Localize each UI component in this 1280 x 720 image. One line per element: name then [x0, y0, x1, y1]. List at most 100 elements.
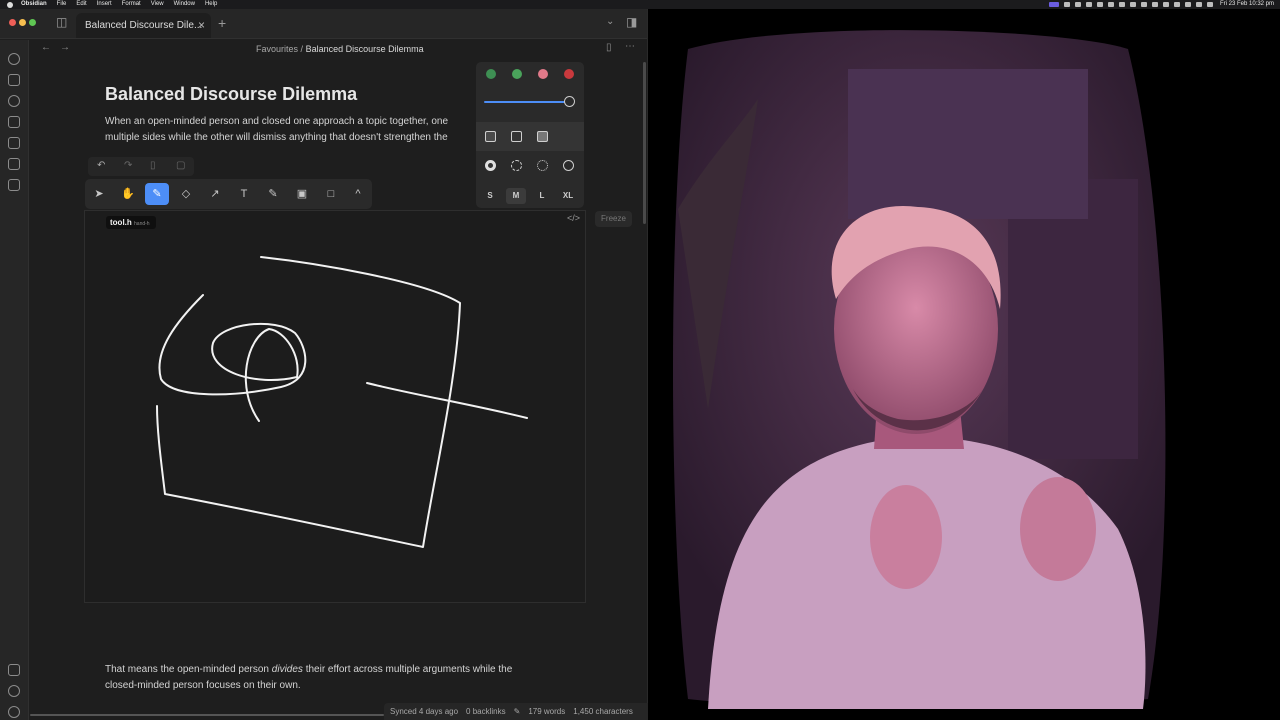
eraser-icon[interactable]: ◇: [174, 183, 198, 205]
delete-icon[interactable]: ▯: [150, 160, 156, 171]
menu-help[interactable]: Help: [205, 0, 217, 9]
size-l-button[interactable]: L: [532, 188, 552, 204]
fill-semi-icon[interactable]: [511, 131, 522, 142]
templates-icon[interactable]: [8, 158, 20, 170]
volume-icon[interactable]: [1162, 2, 1169, 7]
back-arrow-icon[interactable]: ←: [41, 42, 51, 53]
dash-dashed-icon[interactable]: [511, 160, 522, 171]
opacity-slider-thumb[interactable]: [564, 96, 575, 107]
vertical-scrollbar[interactable]: [643, 62, 646, 224]
graph-view-icon[interactable]: [8, 95, 20, 107]
wifi-icon[interactable]: [1195, 2, 1202, 7]
tray-icon[interactable]: [1107, 2, 1114, 7]
character-count[interactable]: 1,450 characters: [573, 703, 633, 720]
dash-solid-icon[interactable]: [563, 160, 574, 171]
size-m-button[interactable]: M: [506, 188, 526, 204]
search-icon[interactable]: [1184, 2, 1191, 7]
rectangle-icon[interactable]: □: [319, 183, 343, 205]
color-swatch[interactable]: [512, 69, 522, 79]
tray-icon[interactable]: [1129, 2, 1136, 7]
menu-insert[interactable]: Insert: [97, 0, 112, 9]
arrow-icon[interactable]: ↗: [203, 183, 227, 205]
text-icon[interactable]: T: [232, 183, 256, 205]
breadcrumb-current[interactable]: Balanced Discourse Dilemma: [306, 44, 424, 54]
control-center-icon[interactable]: [1206, 2, 1213, 7]
screen-record-icon[interactable]: [1048, 2, 1059, 7]
sync-icon[interactable]: [8, 53, 20, 65]
right-sidebar-toggle-icon[interactable]: ◨: [626, 15, 637, 29]
edit-pencil-icon[interactable]: ✎: [514, 703, 521, 720]
battery-icon[interactable]: [1173, 2, 1180, 7]
color-swatch[interactable]: [538, 69, 548, 79]
tooltip-shortcut: hand-h: [134, 221, 150, 227]
new-tab-button[interactable]: +: [218, 15, 226, 31]
presenter-right-hand: [1020, 477, 1096, 581]
canvas-icon[interactable]: [8, 116, 20, 128]
size-s-button[interactable]: S: [480, 188, 500, 204]
backlinks-count[interactable]: 0 backlinks: [466, 703, 506, 720]
tray-icon[interactable]: [1063, 2, 1070, 7]
help-icon[interactable]: [8, 685, 20, 697]
page-title[interactable]: Balanced Discourse Dilemma: [105, 84, 357, 105]
horizontal-scrollbar[interactable]: [30, 714, 384, 716]
drawing-canvas[interactable]: [84, 210, 586, 603]
tray-icon[interactable]: [1118, 2, 1125, 7]
dash-dotted-icon[interactable]: [537, 160, 548, 171]
redo-icon[interactable]: ↷: [124, 160, 132, 171]
tray-icon[interactable]: [1151, 2, 1158, 7]
code-view-toggle[interactable]: </>: [567, 213, 580, 223]
note-paragraph-line[interactable]: When an open-minded person and closed on…: [105, 114, 448, 130]
breadcrumb-parent[interactable]: Favourites: [256, 44, 298, 54]
more-options-icon[interactable]: ⋯: [625, 41, 635, 52]
color-swatch[interactable]: [564, 69, 574, 79]
tray-icon[interactable]: [1074, 2, 1081, 7]
opacity-slider-track[interactable]: [484, 101, 570, 103]
menu-edit[interactable]: Edit: [76, 0, 86, 9]
tray-icon[interactable]: [1085, 2, 1092, 7]
forward-arrow-icon[interactable]: →: [60, 42, 70, 53]
menubar-clock[interactable]: Fri 23 Feb 10:32 pm: [1220, 0, 1274, 9]
daily-note-icon[interactable]: [8, 74, 20, 86]
zoom-window-button[interactable]: [29, 19, 36, 26]
word-count[interactable]: 179 words: [528, 703, 565, 720]
fill-none-icon[interactable]: [485, 131, 496, 142]
size-xl-button[interactable]: XL: [558, 188, 578, 204]
tray-icon[interactable]: [1096, 2, 1103, 7]
menu-app-name[interactable]: Obsidian: [21, 0, 47, 9]
pointer-icon[interactable]: ➤: [87, 183, 111, 205]
color-swatch[interactable]: [486, 69, 496, 79]
hand-icon[interactable]: ✋: [116, 183, 140, 205]
note-paragraph-line[interactable]: closed-minded person focuses on their ow…: [105, 678, 301, 694]
vault-switcher-icon[interactable]: [8, 664, 20, 676]
freeze-button[interactable]: Freeze: [595, 211, 632, 227]
dash-draw-icon[interactable]: [485, 160, 496, 171]
background-shelf: [1008, 179, 1138, 459]
tab-balanced-discourse[interactable]: Balanced Discourse Dile... ×: [76, 13, 211, 38]
menu-file[interactable]: File: [57, 0, 67, 9]
menu-window[interactable]: Window: [174, 0, 195, 9]
note-paragraph-line[interactable]: multiple sides while the other will dism…: [105, 130, 448, 146]
close-window-button[interactable]: [9, 19, 16, 26]
note-paragraph-line[interactable]: That means the open-minded person divide…: [105, 662, 512, 678]
image-icon[interactable]: ▣: [290, 183, 314, 205]
duplicate-icon[interactable]: ▢: [176, 160, 185, 171]
pencil-icon[interactable]: ✎: [145, 183, 169, 205]
tab-list-chevron-icon[interactable]: ⌄: [606, 16, 614, 27]
sync-status[interactable]: Synced 4 days ago: [390, 703, 458, 720]
settings-gear-icon[interactable]: [8, 706, 20, 718]
note-text: That means the open-minded person: [105, 664, 272, 675]
calendar-icon[interactable]: [8, 137, 20, 149]
undo-icon[interactable]: ↶: [97, 160, 105, 171]
tray-icon[interactable]: [1140, 2, 1147, 7]
note-icon[interactable]: ✎: [261, 183, 285, 205]
terminal-icon[interactable]: [8, 179, 20, 191]
minimize-window-button[interactable]: [19, 19, 26, 26]
reading-view-icon[interactable]: ▯: [606, 42, 612, 53]
menu-format[interactable]: Format: [122, 0, 141, 9]
apple-icon[interactable]: [7, 1, 13, 8]
menu-view[interactable]: View: [151, 0, 164, 9]
fill-solid-icon[interactable]: [537, 131, 548, 142]
chevron-up-icon[interactable]: ^: [346, 183, 370, 205]
sidebar-toggle-icon[interactable]: ◫: [56, 15, 67, 29]
close-tab-icon[interactable]: ×: [198, 13, 205, 38]
